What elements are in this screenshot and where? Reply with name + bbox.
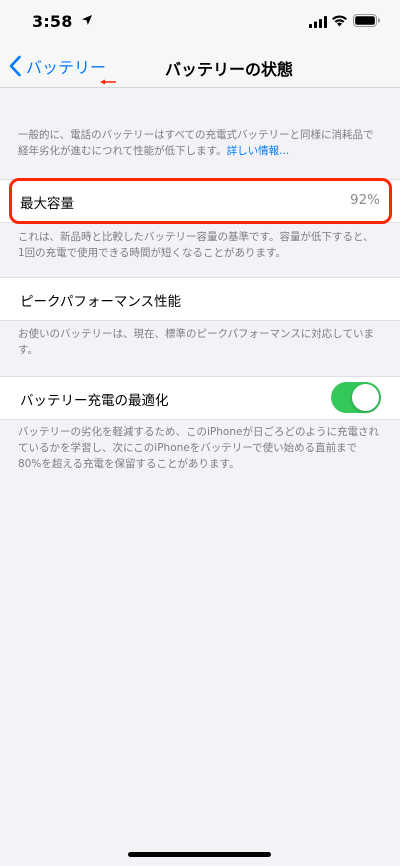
annotation-arrow-icon: [100, 79, 116, 85]
toggle-knob: [352, 384, 379, 411]
peak-performance-row: ピークパフォーマンス性能: [0, 277, 400, 321]
battery-icon: [353, 14, 380, 27]
cellular-signal-icon: [309, 16, 327, 28]
max-capacity-row: 最大容量 92%: [0, 179, 400, 223]
max-capacity-label: 最大容量: [20, 196, 74, 212]
max-capacity-note: これは、新品時と比較したバッテリー容量の基準です。容量が低下すると、1回の充電で…: [18, 231, 374, 259]
learn-more-link[interactable]: 詳しい情報...: [227, 145, 290, 157]
status-bar: 3:58: [0, 0, 400, 44]
intro-description: 一般的に、電話のバッテリーはすべての充電式バッテリーと同様に消耗品で経年劣化が進…: [18, 127, 380, 159]
page-title: バッテリーの状態: [164, 60, 293, 79]
max-capacity-value: 92%: [349, 192, 380, 208]
optimized-charging-row: バッテリー充電の最適化: [0, 376, 400, 420]
location-arrow-icon: [82, 15, 92, 25]
status-time: 3:58: [32, 12, 73, 31]
wifi-icon: [332, 15, 347, 27]
optimized-charging-note: バッテリーの劣化を軽減するため、このiPhoneが日ごろどのように充電されている…: [18, 426, 379, 470]
navigation-bar: バッテリー バッテリーの状態: [0, 44, 400, 88]
intro-text: 一般的に、電話のバッテリーはすべての充電式バッテリーと同様に消耗品で経年劣化が進…: [18, 129, 374, 157]
peak-performance-label: ピークパフォーマンス性能: [20, 294, 182, 310]
peak-performance-note: お使いのバッテリーは、現在、標準のピークパフォーマンスに対応しています。: [18, 328, 374, 356]
optimized-charging-toggle[interactable]: [331, 382, 381, 413]
optimized-charging-label: バッテリー充電の最適化: [20, 393, 169, 409]
home-indicator[interactable]: [128, 852, 271, 857]
